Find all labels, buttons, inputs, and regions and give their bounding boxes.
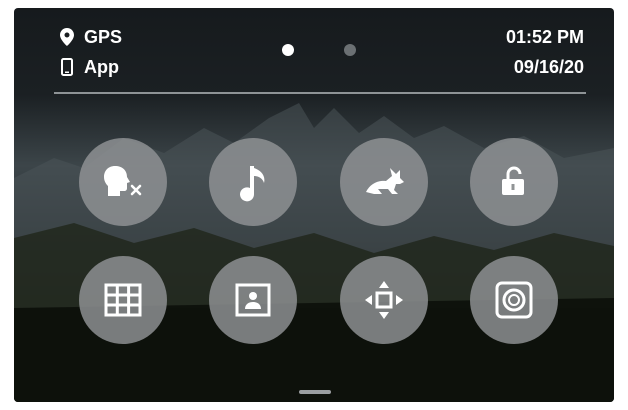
quickcapture-rabbit-icon: [360, 164, 408, 200]
page-dot-2[interactable]: [344, 44, 356, 56]
beeps-music-note-icon: [236, 162, 270, 202]
swipe-handle[interactable]: [299, 390, 331, 394]
camera-dashboard-screen: GPS App 01:52 PM 09/16/20: [14, 8, 614, 402]
grid-button[interactable]: [79, 256, 167, 344]
beeps-button[interactable]: [209, 138, 297, 226]
status-right-group: 01:52 PM 09/16/20: [506, 24, 584, 84]
screen-lock-unlocked-icon: [499, 165, 529, 199]
orientation-move-icon: [362, 278, 406, 322]
app-label: App: [84, 56, 119, 77]
gps-status: GPS: [58, 24, 122, 50]
app-status: App: [58, 54, 122, 80]
page-indicator: [282, 44, 406, 56]
lens-button[interactable]: [470, 256, 558, 344]
quickcapture-button[interactable]: [340, 138, 428, 226]
orientation-move-button[interactable]: [340, 256, 428, 344]
portrait-orientation-icon: [235, 283, 271, 317]
page-dot-1[interactable]: [282, 44, 294, 56]
screen-lock-button[interactable]: [470, 138, 558, 226]
portrait-orientation-button[interactable]: [209, 256, 297, 344]
voice-control-off-icon: [101, 162, 145, 202]
location-pin-icon: [58, 27, 76, 47]
grid-icon: [104, 283, 142, 317]
status-divider: [54, 92, 586, 94]
gps-label: GPS: [84, 26, 123, 47]
voice-control-button[interactable]: [79, 138, 167, 226]
status-left-group: GPS App: [58, 24, 122, 84]
lens-icon: [495, 281, 533, 319]
clock-time: 01:52 PM: [505, 27, 584, 47]
phone-icon: [58, 57, 76, 77]
clock-date: 09/16/20: [513, 57, 584, 77]
